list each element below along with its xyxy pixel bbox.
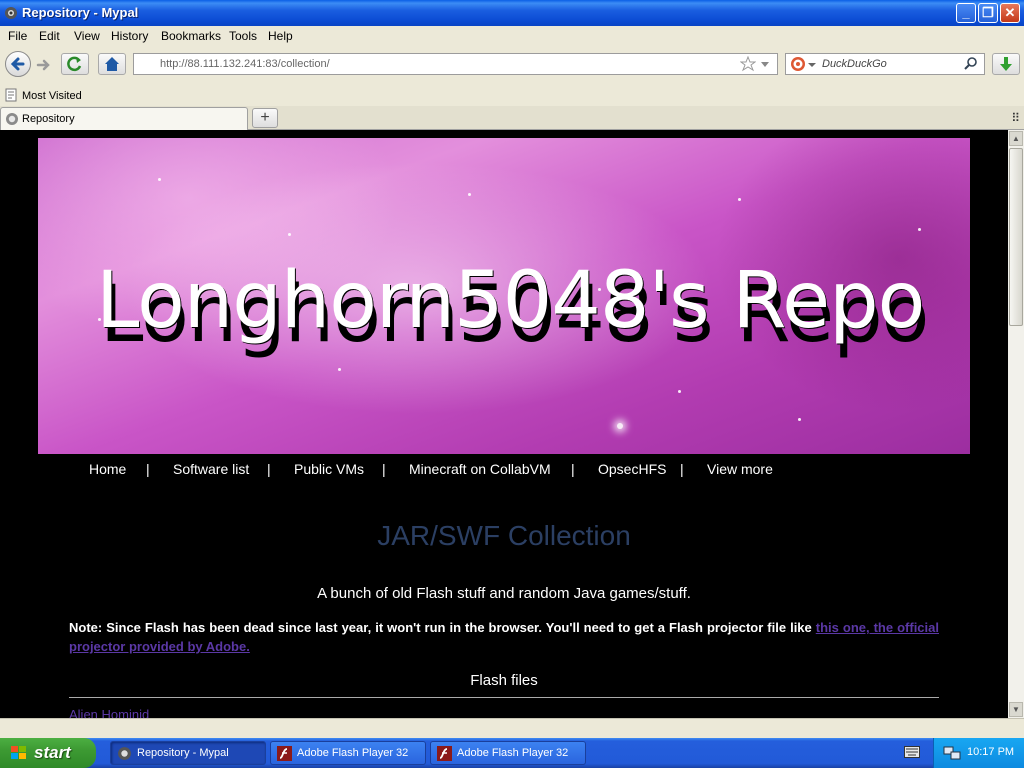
status-bar bbox=[0, 718, 1024, 738]
tab-repository[interactable]: Repository bbox=[0, 107, 248, 130]
tab-strip: Repository + ⠿ bbox=[0, 106, 1024, 130]
menu-view[interactable]: View bbox=[74, 29, 100, 43]
search-input[interactable]: DuckDuckGo bbox=[785, 53, 985, 75]
bookmark-most-visited[interactable]: Most Visited bbox=[4, 88, 82, 102]
nav-software-list[interactable]: Software list bbox=[173, 461, 249, 477]
scroll-down-arrow[interactable]: ▼ bbox=[1009, 702, 1023, 717]
duckduckgo-icon bbox=[791, 57, 805, 71]
forward-button[interactable] bbox=[35, 56, 53, 74]
windows-flag-icon bbox=[11, 746, 26, 759]
menu-bar: File Edit View History Bookmarks Tools H… bbox=[0, 26, 1024, 46]
page-title: JAR/SWF Collection bbox=[377, 520, 631, 551]
section-divider bbox=[69, 697, 939, 698]
magnifier-icon[interactable] bbox=[964, 57, 978, 71]
menu-tools[interactable]: Tools bbox=[229, 29, 257, 43]
reload-button[interactable] bbox=[61, 53, 89, 75]
window-titlebar[interactable]: Repository - Mypal _ ❐ ✕ bbox=[0, 0, 1024, 26]
home-button[interactable] bbox=[98, 53, 126, 75]
search-placeholder: DuckDuckGo bbox=[822, 58, 887, 70]
page-subtitle: A bunch of old Flash stuff and random Ja… bbox=[317, 585, 691, 602]
forward-arrow-icon bbox=[36, 59, 50, 71]
mypal-icon bbox=[118, 747, 131, 760]
nav-home[interactable]: Home bbox=[89, 461, 126, 477]
plus-icon: + bbox=[260, 109, 270, 126]
nav-view-more[interactable]: View more bbox=[707, 461, 773, 477]
file-link-alien-hominid[interactable]: Alien Hominid bbox=[69, 707, 149, 718]
star-icon[interactable] bbox=[740, 56, 756, 72]
close-button[interactable]: ✕ bbox=[1000, 3, 1020, 23]
bookmark-label: Most Visited bbox=[22, 90, 82, 102]
network-icon[interactable] bbox=[943, 745, 961, 761]
flash-note: Note: Since Flash has been dead since la… bbox=[69, 618, 939, 656]
section-heading-flash-files: Flash files bbox=[470, 672, 538, 689]
task-label: Adobe Flash Player 32 bbox=[297, 747, 409, 759]
site-heading: Longhorn5048's Repo bbox=[96, 256, 925, 346]
clock: 10:17 PM bbox=[967, 746, 1015, 758]
menu-help[interactable]: Help bbox=[268, 29, 293, 43]
nav-separator: | bbox=[571, 461, 575, 477]
most-visited-icon bbox=[5, 88, 17, 102]
task-label: Adobe Flash Player 32 bbox=[457, 747, 569, 759]
url-text[interactable]: http://88.111.132.241:83/collection/ bbox=[160, 58, 330, 70]
task-flash-player-1[interactable]: Adobe Flash Player 32 bbox=[270, 741, 426, 765]
url-bar[interactable]: http://88.111.132.241:83/collection/ bbox=[133, 53, 778, 75]
new-tab-button[interactable]: + bbox=[252, 108, 278, 128]
flash-icon bbox=[277, 746, 292, 761]
nav-separator: | bbox=[146, 461, 150, 477]
maximize-button[interactable]: ❐ bbox=[978, 3, 998, 23]
chevron-down-icon[interactable] bbox=[808, 61, 816, 69]
dropdown-icon[interactable] bbox=[760, 59, 770, 69]
nav-separator: | bbox=[267, 461, 271, 477]
menu-file[interactable]: File bbox=[8, 29, 27, 43]
window-title: Repository - Mypal bbox=[22, 5, 139, 20]
task-flash-player-2[interactable]: Adobe Flash Player 32 bbox=[430, 741, 586, 765]
tab-list-icon[interactable]: ⠿ bbox=[1011, 111, 1020, 125]
navigation-toolbar: http://88.111.132.241:83/collection/ Duc… bbox=[0, 46, 1024, 84]
home-icon bbox=[105, 57, 119, 71]
mypal-icon bbox=[5, 7, 17, 19]
bookmarks-toolbar: Most Visited bbox=[0, 84, 1024, 106]
task-repository-mypal[interactable]: Repository - Mypal bbox=[110, 741, 266, 765]
keyboard-icon[interactable] bbox=[904, 746, 920, 758]
menu-edit[interactable]: Edit bbox=[39, 29, 60, 43]
scroll-up-arrow[interactable]: ▲ bbox=[1009, 131, 1023, 146]
note-text: Note: Since Flash has been dead since la… bbox=[69, 620, 816, 635]
site-banner: Longhorn5048's Repo bbox=[38, 138, 970, 454]
start-label: start bbox=[34, 743, 71, 762]
globe-icon bbox=[6, 113, 18, 125]
reload-icon bbox=[67, 56, 82, 72]
downloads-button[interactable] bbox=[992, 53, 1020, 75]
nav-opsechfs[interactable]: OpsecHFS bbox=[598, 461, 666, 477]
start-button[interactable]: start bbox=[0, 738, 96, 768]
nav-separator: | bbox=[382, 461, 386, 477]
nav-separator: | bbox=[680, 461, 684, 477]
system-tray: 10:17 PM bbox=[933, 738, 1024, 768]
site-nav: Home | Software list | Public VMs | Mine… bbox=[38, 454, 970, 488]
menu-bookmarks[interactable]: Bookmarks bbox=[161, 29, 221, 43]
scrollbar-thumb[interactable] bbox=[1009, 148, 1023, 326]
back-button[interactable] bbox=[5, 51, 31, 77]
download-arrow-icon bbox=[1000, 57, 1012, 71]
taskbar: start Repository - Mypal Adobe Flash Pla… bbox=[0, 738, 1024, 768]
nav-minecraft-collabvm[interactable]: Minecraft on CollabVM bbox=[409, 461, 551, 477]
back-arrow-icon bbox=[10, 57, 25, 71]
nav-public-vms[interactable]: Public VMs bbox=[294, 461, 364, 477]
vertical-scrollbar[interactable]: ▲ ▼ bbox=[1008, 130, 1024, 718]
minimize-button[interactable]: _ bbox=[956, 3, 976, 23]
flash-icon bbox=[437, 746, 452, 761]
page-container: Longhorn5048's Repo Home | Software list… bbox=[38, 138, 970, 718]
tab-label: Repository bbox=[22, 113, 75, 125]
page-viewport[interactable]: Longhorn5048's Repo Home | Software list… bbox=[0, 130, 1008, 718]
menu-history[interactable]: History bbox=[111, 29, 148, 43]
task-label: Repository - Mypal bbox=[137, 747, 229, 759]
